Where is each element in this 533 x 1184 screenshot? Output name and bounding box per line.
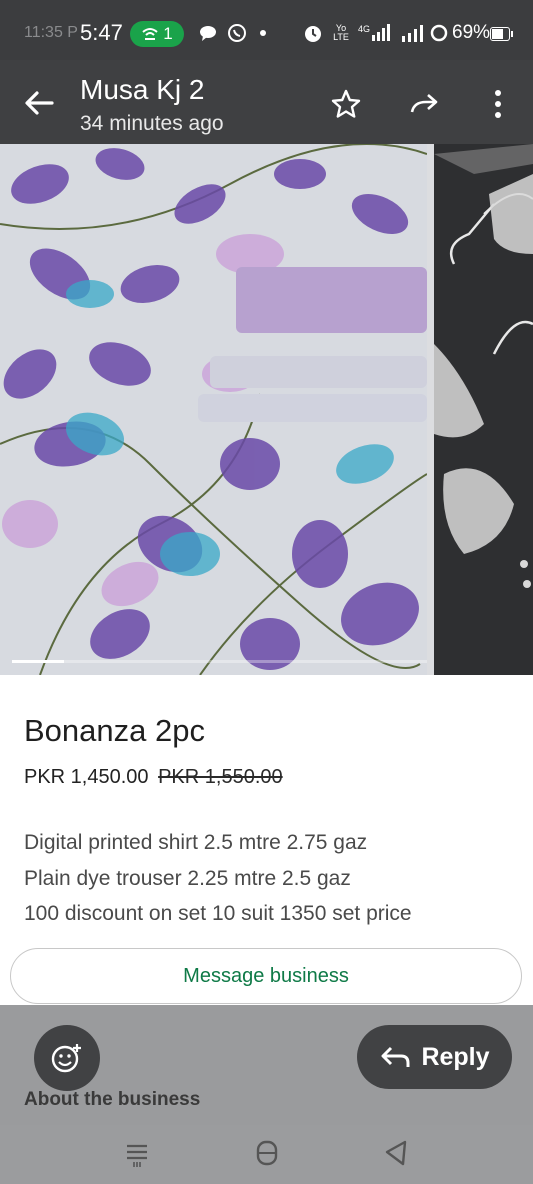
data-saver-icon: [428, 22, 450, 44]
chat-subtitle: 34 minutes ago: [80, 112, 224, 135]
battery-percent: 69%: [452, 22, 491, 43]
back-nav-icon[interactable]: [378, 1135, 414, 1171]
forward-icon[interactable]: [408, 86, 444, 122]
reply-icon: [381, 1046, 410, 1067]
emoji-add-icon: [51, 1044, 81, 1073]
gallery-track: [12, 660, 427, 663]
chat-bubble-icon: [198, 22, 218, 44]
star-icon[interactable]: [328, 86, 364, 122]
about-business-label[interactable]: About the business: [24, 1089, 200, 1111]
product-image-gallery[interactable]: [0, 144, 533, 675]
gallery-indicator: [12, 660, 64, 663]
product-details: Bonanza 2pc PKR 1,450.00 PKR 1,550.00 Di…: [0, 675, 533, 1005]
more-vert-icon[interactable]: [480, 86, 516, 122]
app-bar: Musa Kj 2 34 minutes ago: [0, 60, 533, 144]
dot-icon: [258, 22, 268, 44]
whatsapp-icon: [226, 22, 248, 44]
description-line: 100 discount on set 10 suit 1350 set pri…: [24, 902, 412, 925]
signal-icon-2: [400, 22, 426, 44]
hotspot-count: 1: [163, 24, 173, 43]
chat-title[interactable]: Musa Kj 2: [80, 74, 205, 106]
system-nav-bar: [0, 1125, 533, 1184]
product-title: Bonanza 2pc: [24, 713, 205, 748]
recents-icon[interactable]: [119, 1135, 155, 1171]
product-old-price: PKR 1,550.00: [158, 766, 283, 788]
battery-icon: [490, 27, 513, 41]
product-image-primary[interactable]: [0, 144, 427, 675]
home-icon[interactable]: [249, 1135, 285, 1171]
status-bar: 11:35 P 5:47 1 Yo LTE 4G 69%: [0, 0, 533, 60]
ghost-time: 11:35 P: [24, 24, 78, 41]
back-arrow-icon[interactable]: [22, 86, 56, 120]
dimmed-overlay: Reply About the business: [0, 1005, 533, 1125]
product-image-secondary[interactable]: [434, 144, 533, 675]
message-business-button[interactable]: Message business: [10, 948, 522, 1004]
description-line: Plain dye trouser 2.25 mtre 2.5 gaz: [24, 867, 351, 890]
battery-fill: [492, 29, 504, 39]
hotspot-pill: 1: [130, 21, 184, 47]
product-price: PKR 1,450.00: [24, 766, 149, 788]
wifi-hotspot-icon: [142, 28, 158, 40]
reply-label: Reply: [421, 1042, 490, 1071]
description-line: Digital printed shirt 2.5 mtre 2.75 gaz: [24, 831, 368, 854]
signal-icon: 4G: [358, 22, 400, 44]
alarm-icon: [302, 22, 324, 44]
reply-button[interactable]: Reply: [357, 1025, 512, 1089]
status-time: 5:47: [80, 20, 123, 45]
volte-label: Yo LTE: [333, 23, 349, 42]
price-row: PKR 1,450.00 PKR 1,550.00: [24, 766, 283, 789]
svg-text:4G: 4G: [358, 24, 370, 34]
emoji-add-button[interactable]: [34, 1025, 100, 1091]
